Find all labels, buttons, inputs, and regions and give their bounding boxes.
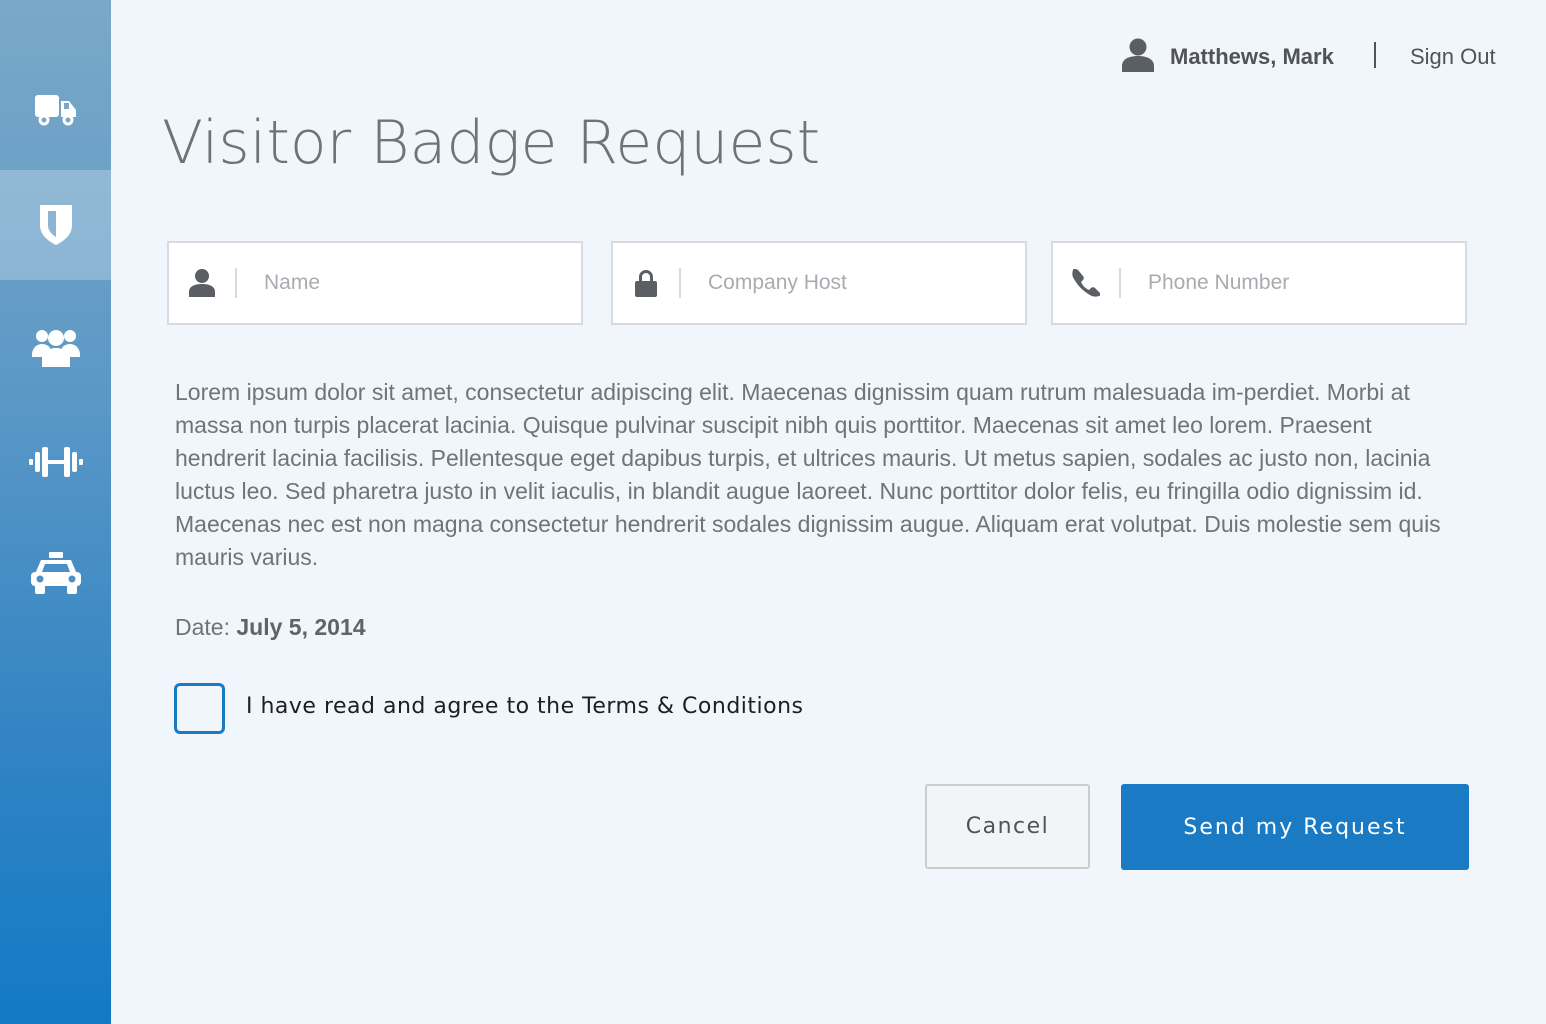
phone-number-input[interactable] (1148, 271, 1448, 295)
sign-out-link[interactable]: Sign Out (1410, 44, 1496, 70)
sidebar (0, 0, 111, 1024)
person-icon (169, 269, 235, 297)
name-field[interactable] (167, 241, 583, 325)
user-name: Matthews, Mark (1170, 44, 1334, 69)
sidebar-item-fitness[interactable] (0, 407, 111, 517)
date-label: Date: (175, 614, 230, 640)
taxi-icon (30, 552, 81, 594)
dumbbell-icon (28, 447, 83, 477)
date-value: July 5, 2014 (236, 614, 366, 640)
page-title: Visitor Badge Request (162, 108, 821, 178)
field-separator (235, 268, 237, 298)
group-icon (31, 330, 80, 367)
cancel-button[interactable]: Cancel (925, 784, 1090, 869)
sidebar-item-deliveries[interactable] (0, 55, 111, 165)
user-icon (1122, 38, 1154, 77)
name-input[interactable] (264, 271, 564, 295)
phone-number-field[interactable] (1051, 241, 1467, 325)
field-separator (1119, 268, 1121, 298)
terms-label[interactable]: I have read and agree to the Terms & Con… (246, 694, 804, 719)
send-request-button[interactable]: Send my Request (1121, 784, 1469, 870)
sidebar-item-people[interactable] (0, 292, 111, 402)
phone-icon (1053, 269, 1119, 297)
company-host-field[interactable] (611, 241, 1027, 325)
terms-body-text: Lorem ipsum dolor sit amet, consectetur … (175, 379, 1441, 570)
shield-icon (39, 205, 72, 245)
sidebar-item-transport[interactable] (0, 518, 111, 628)
date-row: Date: July 5, 2014 (175, 614, 366, 641)
company-host-input[interactable] (708, 271, 1008, 295)
lock-icon (613, 269, 679, 297)
field-separator (679, 268, 681, 298)
terms-checkbox[interactable] (174, 683, 225, 734)
header-divider (1374, 42, 1376, 68)
sidebar-item-security[interactable] (0, 170, 111, 280)
truck-icon (34, 95, 76, 126)
